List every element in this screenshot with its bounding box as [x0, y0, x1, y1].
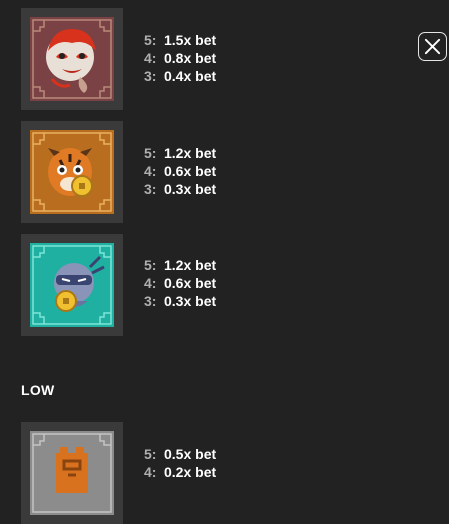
payout-list-tiger: 5: 1.2x bet 4: 0.6x bet 3: 0.3x bet: [144, 144, 216, 198]
symbol-tile-low: [21, 422, 123, 524]
payout-row: 4: 0.2x bet: [144, 464, 217, 480]
ninja-coin-icon: [30, 243, 114, 327]
payout-row: 3: 0.3x bet: [144, 181, 217, 197]
close-button[interactable]: [418, 32, 447, 61]
payout-row: 4: 0.8x bet: [144, 50, 217, 66]
payout-list-ninja: 5: 1.2x bet 4: 0.6x bet 3: 0.3x bet: [144, 256, 216, 310]
symbol-tile-ninja: [21, 234, 123, 336]
tiger-coin-icon: [30, 130, 114, 214]
low-symbol-icon: [30, 431, 114, 515]
payout-list-monkey: 5: 1.5x bet 4: 0.8x bet 3: 0.4x bet: [144, 31, 216, 85]
symbol-tile-monkey: [21, 8, 123, 110]
payout-row: 3: 0.3x bet: [144, 293, 217, 309]
payout-row: 5: 1.2x bet: [144, 257, 217, 273]
payout-list-low: 5: 0.5x bet 4: 0.2x bet: [144, 445, 216, 481]
symbol-tile-tiger: [21, 121, 123, 223]
close-icon: [423, 37, 442, 56]
payout-row: 5: 1.2x bet: [144, 145, 217, 161]
section-title-low: LOW: [21, 382, 55, 398]
payout-row: 5: 1.5x bet: [144, 32, 217, 48]
payout-row: 4: 0.6x bet: [144, 163, 217, 179]
payout-row: 5: 0.5x bet: [144, 446, 217, 462]
monkey-mask-icon: [30, 17, 114, 101]
payout-row: 3: 0.4x bet: [144, 68, 217, 84]
payout-row: 4: 0.6x bet: [144, 275, 217, 291]
